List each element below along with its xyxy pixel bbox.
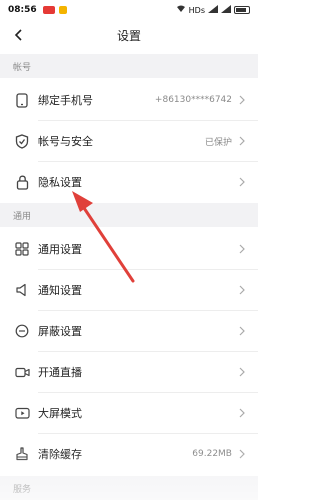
shield-icon (14, 133, 30, 149)
row-label: 隐私设置 (38, 176, 82, 189)
network-type: HDs (188, 5, 205, 15)
status-time: 08:56 (8, 5, 37, 15)
row-label: 通用设置 (38, 243, 82, 256)
chevron-right-icon (238, 326, 246, 336)
row-block-settings[interactable]: 屏蔽设置 (0, 311, 258, 351)
signal-icon-2 (221, 5, 231, 15)
section-header-account: 帐号 (0, 54, 258, 78)
notification-red-icon (42, 6, 55, 14)
video-camera-icon (14, 364, 30, 380)
row-value: 已保护 (204, 137, 232, 148)
chevron-left-icon (14, 29, 22, 41)
speaker-icon (14, 282, 30, 298)
chevron-right-icon (238, 449, 246, 459)
status-right: HDs (176, 5, 250, 15)
chevron-right-icon (238, 136, 246, 146)
row-label: 清除缓存 (38, 448, 82, 461)
block-circle-icon (14, 323, 30, 339)
page-title: 设置 (116, 28, 141, 43)
signal-icon (208, 5, 218, 15)
phone-icon (14, 92, 30, 108)
grid-icon (14, 241, 30, 257)
row-label: 屏蔽设置 (38, 325, 82, 338)
section-label-general: 通用 (13, 211, 32, 222)
row-label: 绑定手机号 (38, 94, 93, 107)
section-label-service: 服务 (13, 484, 32, 495)
section-label-account: 帐号 (13, 62, 32, 73)
row-notification-settings[interactable]: 通知设置 (0, 270, 258, 310)
chevron-right-icon (238, 95, 246, 105)
row-bind-phone[interactable]: 绑定手机号 +86130****6742 (0, 80, 258, 120)
row-account-security[interactable]: 帐号与安全 已保护 (0, 121, 258, 161)
row-label: 开通直播 (38, 366, 82, 379)
broom-icon (14, 446, 30, 462)
row-label: 帐号与安全 (38, 135, 93, 148)
row-general-settings[interactable]: 通用设置 (0, 229, 258, 269)
back-button[interactable] (8, 24, 28, 46)
row-clear-cache[interactable]: 清除缓存 69.22MB (0, 434, 258, 474)
status-bar: 08:56 HDs (0, 0, 258, 20)
notification-yellow-icon (58, 6, 67, 14)
row-value: 69.22MB (192, 449, 232, 459)
wifi-icon (176, 5, 186, 15)
row-label: 通知设置 (38, 284, 82, 297)
row-value: +86130****6742 (154, 95, 232, 105)
row-start-live[interactable]: 开通直播 (0, 352, 258, 392)
screen-play-icon (14, 405, 30, 421)
row-big-screen-mode[interactable]: 大屏模式 (0, 393, 258, 433)
battery-icon (234, 6, 250, 14)
section-header-general: 通用 (0, 203, 258, 227)
chevron-right-icon (238, 367, 246, 377)
row-label: 大屏模式 (38, 407, 82, 420)
section-header-service: 服务 (0, 476, 258, 500)
lock-icon (14, 174, 30, 190)
chevron-right-icon (238, 285, 246, 295)
chevron-right-icon (238, 408, 246, 418)
nav-bar: 设置 (0, 20, 258, 50)
chevron-right-icon (238, 244, 246, 254)
chevron-right-icon (238, 177, 246, 187)
row-privacy-settings[interactable]: 隐私设置 (0, 162, 258, 202)
